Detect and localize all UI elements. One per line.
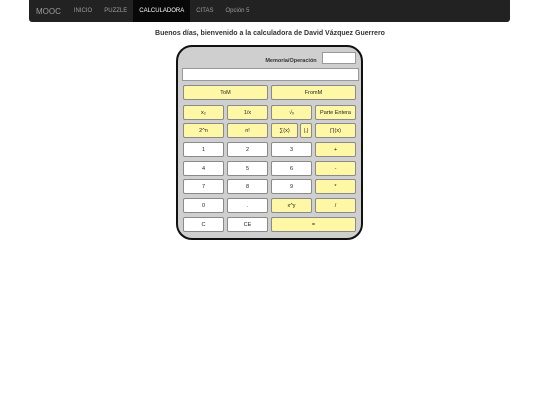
- calculator-panel: Memoria/Operación ToM FromM x₂ 1/x √ₓ Pa…: [176, 45, 363, 240]
- subtract-button[interactable]: -: [315, 161, 356, 176]
- clear-entry-button[interactable]: CE: [227, 217, 268, 232]
- digit-1-button[interactable]: 1: [183, 142, 224, 157]
- nav-item-inicio[interactable]: INICIO: [68, 0, 98, 22]
- divide-button[interactable]: /: [315, 198, 356, 213]
- top-navbar: MOOC INICIO PUZZLE CALCULADORA CITAS Opc…: [29, 0, 510, 22]
- digit-8-button[interactable]: 8: [227, 179, 268, 194]
- sum-button[interactable]: ∑(x): [271, 123, 298, 138]
- decimal-point-button[interactable]: .: [227, 198, 268, 213]
- factorial-button[interactable]: n!: [227, 123, 268, 138]
- comma-button[interactable]: |,|: [300, 123, 312, 138]
- nav-item-puzzle[interactable]: PUZZLE: [98, 0, 133, 22]
- product-button[interactable]: ∏(x): [315, 123, 356, 138]
- x2-button[interactable]: x₂: [183, 105, 224, 120]
- brand-link[interactable]: MOOC: [29, 0, 68, 22]
- equals-button[interactable]: =: [271, 217, 356, 232]
- nav-item-citas[interactable]: CITAS: [190, 0, 219, 22]
- integer-part-button[interactable]: Parte Entera: [315, 105, 356, 120]
- power-of-two-button[interactable]: 2^n: [183, 123, 224, 138]
- digit-5-button[interactable]: 5: [227, 161, 268, 176]
- clear-button[interactable]: C: [183, 217, 224, 232]
- digit-7-button[interactable]: 7: [183, 179, 224, 194]
- digit-6-button[interactable]: 6: [271, 161, 312, 176]
- nav-item-opcion-5[interactable]: Opción 5: [220, 0, 256, 22]
- digit-0-button[interactable]: 0: [183, 198, 224, 213]
- digit-4-button[interactable]: 4: [183, 161, 224, 176]
- digit-2-button[interactable]: 2: [227, 142, 268, 157]
- power-button[interactable]: x^y: [271, 198, 312, 213]
- display-field[interactable]: [182, 68, 359, 81]
- fromm-button[interactable]: FromM: [271, 85, 356, 100]
- digit-3-button[interactable]: 3: [271, 142, 312, 157]
- nav-item-calculadora[interactable]: CALCULADORA: [133, 0, 191, 22]
- tom-button[interactable]: ToM: [183, 85, 268, 100]
- inverse-button[interactable]: 1/x: [227, 105, 268, 120]
- add-button[interactable]: +: [315, 142, 356, 157]
- digit-9-button[interactable]: 9: [271, 179, 312, 194]
- sqrt-button[interactable]: √ₓ: [271, 105, 312, 120]
- greeting-heading: Buenos días, bienvenido a la calculadora…: [155, 30, 385, 37]
- memory-field[interactable]: [322, 52, 356, 64]
- memory-label: Memoria/Operación: [265, 57, 317, 64]
- multiply-button[interactable]: *: [315, 179, 356, 194]
